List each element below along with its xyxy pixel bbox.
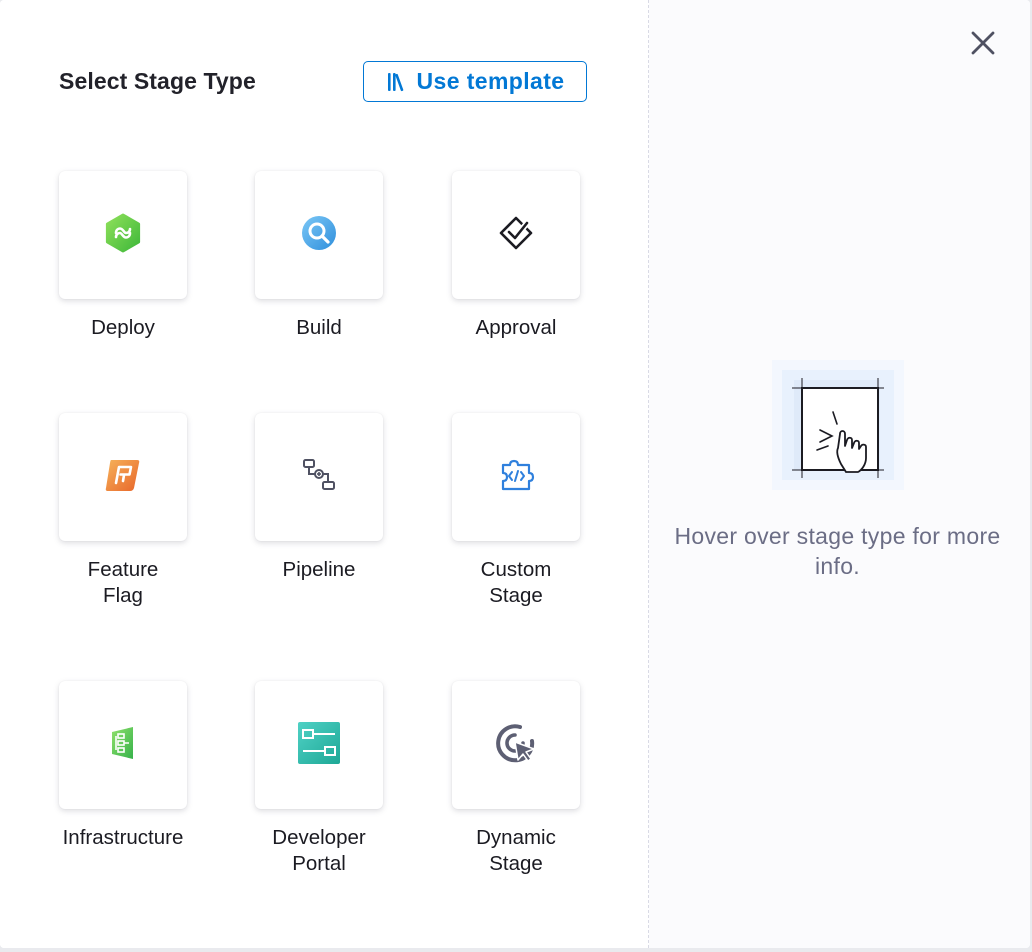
stage-type-label: Pipeline [282,558,356,581]
stage-type-tile[interactable] [452,681,580,809]
approval-icon [497,214,535,257]
stage-type-tile[interactable] [59,681,187,809]
close-button[interactable] [968,30,998,60]
hover-pointer-illustration [772,360,904,490]
stage-type-deploy[interactable]: Deploy [59,171,189,341]
stage-type-label: Developer Portal [272,826,366,875]
dynamic-stage-icon [494,721,538,770]
stage-type-tile[interactable] [452,413,580,541]
stage-type-custom-stage[interactable]: Custom Stage [452,413,582,609]
deploy-icon [103,213,143,258]
stage-type-tile[interactable] [255,413,383,541]
stage-type-infrastructure[interactable]: Infrastructure [59,681,189,851]
stage-type-approval[interactable]: Approval [452,171,582,341]
stage-type-label: Build [296,316,342,339]
stage-type-label: Approval [475,316,557,339]
infrastructure-icon [104,724,142,767]
stage-type-pipeline[interactable]: Pipeline [255,413,385,583]
stage-info-hint: Hover over stage type for more info. [674,523,1001,579]
stage-type-label: Deploy [91,316,155,339]
stage-type-developer-portal[interactable]: Developer Portal [255,681,385,877]
stage-type-tile[interactable] [452,171,580,299]
stage-type-picker: Select Stage Type Use template Deploy Bu… [0,0,648,948]
stage-type-build[interactable]: Build [255,171,385,341]
select-stage-type-dialog: Select Stage Type Use template Deploy Bu… [0,0,1030,948]
stage-type-label: Infrastructure [62,826,184,849]
use-template-label: Use template [416,68,565,94]
stage-type-tile[interactable] [255,681,383,809]
custom-stage-icon [497,456,535,499]
dialog-title: Select Stage Type [59,68,256,94]
template-library-icon [386,71,408,93]
stage-type-label: Dynamic Stage [476,826,556,875]
pipeline-icon [300,456,338,499]
stage-type-dynamic-stage[interactable]: Dynamic Stage [452,681,582,877]
stage-type-tile[interactable] [59,413,187,541]
stage-type-tile[interactable] [255,171,383,299]
stage-type-label: Feature Flag [87,558,159,607]
stage-type-label: Custom Stage [480,558,552,607]
close-icon [971,31,995,60]
use-template-button[interactable]: Use template [363,61,587,102]
feature-flag-icon [103,455,143,500]
developer-portal-icon [297,721,341,770]
stage-type-feature-flag[interactable]: Feature Flag [59,413,189,609]
stage-type-tile[interactable] [59,171,187,299]
build-icon [300,214,338,257]
